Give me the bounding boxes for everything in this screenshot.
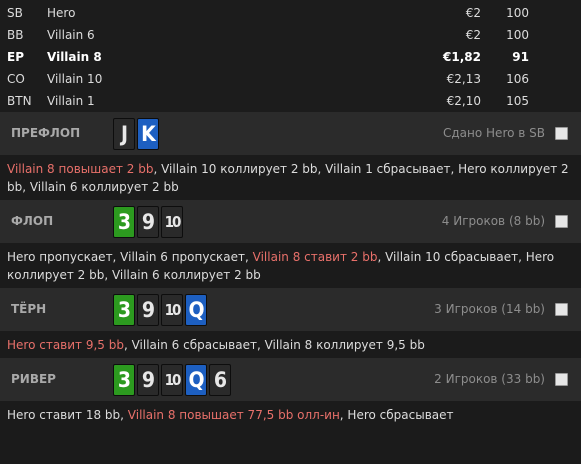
board-cards: 3 9 10 Q xyxy=(113,294,207,326)
street-header-4: РИВЕР 3 9 10 Q 6 2 Игроков (33 bb) xyxy=(0,358,581,401)
playing-card: 6 xyxy=(209,364,231,396)
playing-card: 10 xyxy=(161,294,183,326)
street-label: ТЁРН xyxy=(11,302,47,316)
stack-bb: 105 xyxy=(506,94,529,108)
playing-card: 3 xyxy=(113,294,135,326)
playing-card: 10 xyxy=(161,364,183,396)
copy-checkbox-icon[interactable] xyxy=(555,303,568,316)
hero-action-highlight: Villain 8 повышает 2 bb xyxy=(7,162,154,176)
street-label: РИВЕР xyxy=(11,372,56,386)
playing-card: Q xyxy=(185,364,207,396)
playing-card: 9 xyxy=(137,364,159,396)
player-name: Villain 8 xyxy=(47,50,102,64)
playing-card: 3 xyxy=(113,364,135,396)
position: BTN xyxy=(7,94,32,108)
board-cards: JK xyxy=(113,118,159,150)
hero-action-highlight: Villain 8 ставит 2 bb xyxy=(252,250,378,264)
player-name: Hero xyxy=(47,6,76,20)
playing-card: 3 xyxy=(113,206,135,238)
street-label: ФЛОП xyxy=(11,214,54,228)
street-actions: Villain 8 повышает 2 bb, Villain 10 колл… xyxy=(0,155,581,200)
hero-action-highlight: Hero ставит 9,5 bb xyxy=(7,338,124,352)
street-info: Сдано Hero в SB xyxy=(443,126,545,140)
stack-bb: 100 xyxy=(506,6,529,20)
player-name: Villain 10 xyxy=(47,72,103,86)
action-text: Hero пропускает, Villain 6 пропускает, xyxy=(7,250,253,264)
board-cards: 3 9 10 xyxy=(113,206,183,238)
hero-action-highlight: Villain 8 повышает 77,5 bb олл-ин xyxy=(127,408,340,422)
street-info: 4 Игроков (8 bb) xyxy=(441,214,545,228)
position: CO xyxy=(7,72,25,86)
stack-bb: 91 xyxy=(512,50,529,64)
stack-amount: €2,10 xyxy=(446,94,481,108)
playing-card: J xyxy=(113,118,135,150)
copy-checkbox-icon[interactable] xyxy=(555,215,568,228)
stack-bb: 106 xyxy=(506,72,529,86)
playing-card: 9 xyxy=(137,206,159,238)
player-name: Villain 6 xyxy=(47,28,95,42)
street-info: 3 Игроков (14 bb) xyxy=(434,302,545,316)
position: SB xyxy=(7,6,23,20)
playing-card: 9 xyxy=(137,294,159,326)
action-text: , Hero сбрасывает xyxy=(339,408,454,422)
action-text: Hero ставит 18 bb, xyxy=(7,408,128,422)
street-actions: Hero пропускает, Villain 6 пропускает, V… xyxy=(0,243,581,288)
stack-amount: €2 xyxy=(465,6,481,20)
player-row: SB Hero €2 100 xyxy=(0,2,581,24)
stack-amount: €2,13 xyxy=(446,72,481,86)
copy-checkbox-icon[interactable] xyxy=(555,373,568,386)
stack-amount: €2 xyxy=(465,28,481,42)
player-row: EP Villain 8 €1,82 91 xyxy=(0,46,581,68)
position: EP xyxy=(7,50,24,64)
board-cards: 3 9 10 Q 6 xyxy=(113,364,231,396)
stack-amount: €1,82 xyxy=(443,50,481,64)
player-row: CO Villain 10 €2,13 106 xyxy=(0,68,581,90)
street-actions: Hero ставит 18 bb, Villain 8 повышает 77… xyxy=(0,401,581,428)
copy-checkbox-icon[interactable] xyxy=(555,127,568,140)
player-row: BTN Villain 1 €2,10 105 xyxy=(0,90,581,112)
players-table: SB Hero €2 100 BB Villain 6 €2 100 EP Villain 8 €1… xyxy=(0,0,581,112)
street-header-1: ПРЕФЛОП J K Сдано Hero в SB xyxy=(0,112,581,155)
player-row: BB Villain 6 €2 100 xyxy=(0,24,581,46)
player-name: Villain 1 xyxy=(47,94,95,108)
street-header-2: ФЛОП 3 9 10 4 Игроков (8 bb) xyxy=(0,200,581,243)
street-info: 2 Игроков (33 bb) xyxy=(434,372,545,386)
playing-card: 10 xyxy=(161,206,183,238)
playing-card: K xyxy=(137,118,159,150)
street-actions: Hero ставит 9,5 bb, Villain 6 сбрасывает… xyxy=(0,331,581,358)
action-text: , Villain 6 сбрасывает, Villain 8 коллир… xyxy=(123,338,425,352)
hand-history: ПРЕФЛОП J K Сдано Hero в SB Villain 8 повыша… xyxy=(0,112,581,428)
position: BB xyxy=(7,28,24,42)
playing-card: Q xyxy=(185,294,207,326)
stack-bb: 100 xyxy=(506,28,529,42)
street-header-3: ТЁРН 3 9 10 Q 3 Игроков (14 bb) xyxy=(0,288,581,331)
street-label: ПРЕФЛОП xyxy=(11,126,81,140)
